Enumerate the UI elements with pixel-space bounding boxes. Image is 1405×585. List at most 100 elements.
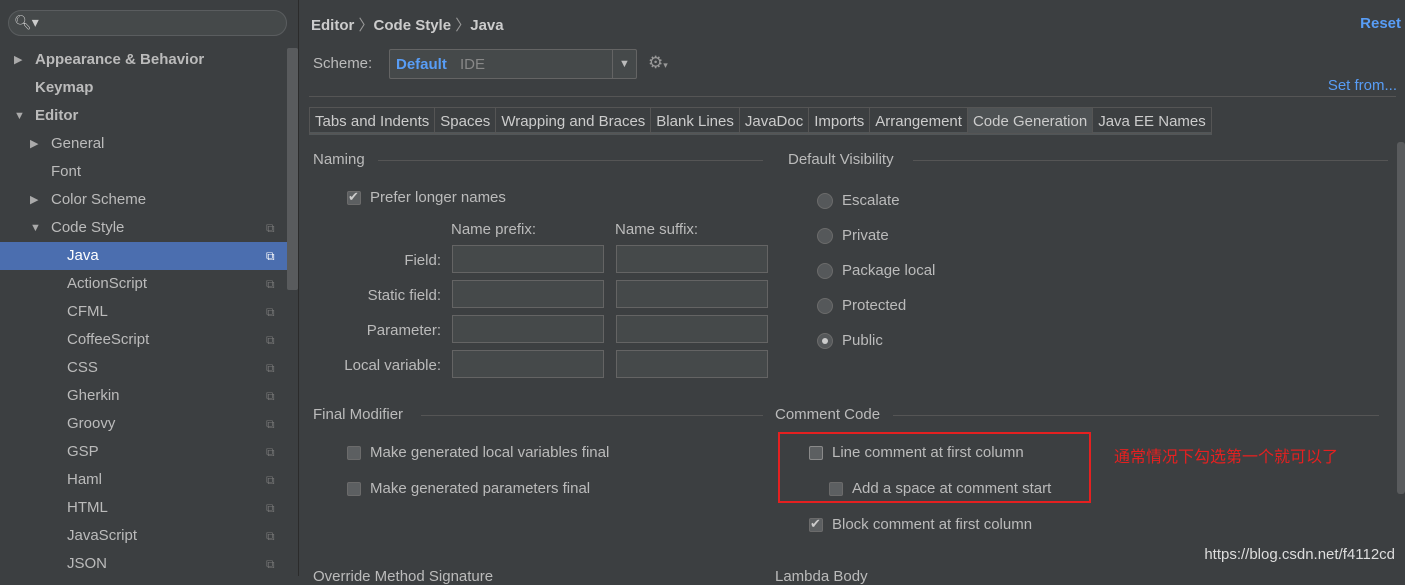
tab-code-generation[interactable]: Code Generation (966, 107, 1093, 134)
visibility-radio-public[interactable] (817, 333, 833, 349)
sidebar-item-groovy[interactable]: Groovy ⧉ (0, 410, 287, 438)
name-prefix-input[interactable] (452, 350, 604, 378)
naming-row-label: Static field: (367, 287, 441, 304)
sidebar-item-gherkin[interactable]: Gherkin ⧉ (0, 382, 287, 410)
comment-code-group: Comment Code (775, 406, 1379, 423)
visibility-radio-private[interactable] (817, 228, 833, 244)
expand-arrow-icon[interactable]: ▶ (14, 46, 22, 74)
visibility-radio-escalate[interactable] (817, 193, 833, 209)
sidebar-item-general[interactable]: ▶ General (0, 130, 287, 158)
sidebar-item-haml[interactable]: Haml ⧉ (0, 466, 287, 494)
sidebar-item-label: Font (51, 163, 82, 180)
sidebar-item-html[interactable]: HTML ⧉ (0, 494, 287, 522)
expand-arrow-icon[interactable]: ▶ (30, 130, 38, 158)
sidebar-item-cfml[interactable]: CFML ⧉ (0, 298, 287, 326)
final-params-label: Make generated parameters final (370, 480, 591, 497)
sidebar-item-label: CSS (67, 359, 98, 376)
sidebar-item-label: GSP (67, 443, 99, 460)
visibility-radio-protected[interactable] (817, 298, 833, 314)
set-from-link[interactable]: Set from... (1328, 77, 1397, 94)
scheme-select[interactable]: Default IDE ▼ (389, 49, 637, 79)
tab-bar: Tabs and Indents Spaces Wrapping and Brace… (309, 107, 1212, 135)
final-local-vars-checkbox[interactable] (347, 446, 361, 460)
sidebar-item-label: Java (67, 247, 99, 264)
breadcrumb-editor[interactable]: Editor (311, 17, 354, 34)
sidebar-item-gsp[interactable]: GSP ⧉ (0, 438, 287, 466)
prefer-longer-checkbox[interactable] (347, 189, 361, 205)
gear-icon[interactable]: ⚙▾ (648, 53, 668, 73)
sidebar-item-font[interactable]: Font (0, 158, 287, 186)
tab-java-ee-names[interactable]: Java EE Names (1092, 107, 1212, 134)
sidebar-item-actionscript[interactable]: ActionScript ⧉ (0, 270, 287, 298)
sidebar-item-color-scheme[interactable]: ▶ Color Scheme (0, 186, 287, 214)
name-suffix-input[interactable] (616, 245, 768, 273)
sidebar-item-appearance-behavior[interactable]: ▶ Appearance & Behavior (0, 46, 287, 74)
project-copy-icon: ⧉ (266, 529, 275, 543)
final-modifier-group: Final Modifier (313, 406, 763, 423)
annotation-note: 通常情况下勾选第一个就可以了 (1114, 449, 1339, 466)
breadcrumb-code-style[interactable]: Code Style (374, 17, 452, 34)
visibility-radio-package-local[interactable] (817, 263, 833, 279)
search-icon: 🔍︎▾ (14, 14, 39, 30)
sidebar-item-label: JSON (67, 555, 108, 572)
project-copy-icon: ⧉ (266, 333, 275, 347)
collapse-arrow-icon[interactable]: ▼ (30, 214, 41, 242)
sidebar-item-label: General (51, 135, 105, 152)
visibility-option-label: Private (842, 227, 889, 244)
block-comment-first-column-checkbox[interactable] (809, 516, 823, 532)
expand-arrow-icon[interactable]: ▶ (30, 186, 38, 214)
final-params-checkbox[interactable] (347, 482, 361, 496)
sidebar-item-editor[interactable]: ▼ Editor (0, 102, 287, 130)
project-copy-icon: ⧉ (266, 445, 275, 459)
comment-code-title: Comment Code (775, 406, 881, 423)
search-input[interactable]: 🔍︎▾ (8, 10, 287, 36)
prefer-longer-label: Prefer longer names (370, 189, 506, 206)
annotation-highlight-box (778, 432, 1091, 503)
name-suffix-input[interactable] (616, 280, 768, 308)
tab-blank-lines[interactable]: Blank Lines (650, 107, 739, 134)
sidebar-item-label: Haml (67, 471, 103, 488)
sidebar-item-label: Code Style (51, 219, 125, 236)
tab-spaces[interactable]: Spaces (434, 107, 496, 134)
sidebar-item-label: Gherkin (67, 387, 120, 404)
tab-tabs-and-indents[interactable]: Tabs and Indents (309, 107, 435, 134)
name-suffix-input[interactable] (616, 315, 768, 343)
naming-row-label: Parameter: (366, 322, 441, 339)
visibility-title: Default Visibility (788, 151, 894, 168)
sidebar-item-code-style[interactable]: ▼ Code Style ⧉ (0, 214, 287, 242)
tab-javadoc[interactable]: JavaDoc (738, 107, 809, 134)
sidebar-item-label: Appearance & Behavior (35, 51, 205, 68)
sidebar-scrollbar[interactable] (287, 48, 298, 290)
project-copy-icon: ⧉ (266, 473, 275, 487)
scheme-type: IDE (460, 56, 486, 73)
sidebar-item-css[interactable]: CSS ⧉ (0, 354, 287, 382)
sidebar-item-coffeescript[interactable]: CoffeeScript ⧉ (0, 326, 287, 354)
sidebar-item-label: Editor (35, 107, 79, 124)
tab-arrangement[interactable]: Arrangement (869, 107, 967, 134)
sidebar-item-json[interactable]: JSON ⧉ (0, 550, 287, 578)
naming-row-label: Field: (404, 252, 441, 269)
collapse-arrow-icon[interactable]: ▼ (14, 102, 25, 130)
visibility-group: Default Visibility (788, 151, 1388, 168)
final-local-vars-label: Make generated local variables final (370, 444, 610, 461)
sidebar-item-javascript[interactable]: JavaScript ⧉ (0, 522, 287, 550)
project-copy-icon: ⧉ (266, 277, 275, 291)
tab-wrapping-and-braces[interactable]: Wrapping and Braces (495, 107, 651, 134)
panel-scrollbar[interactable] (1397, 142, 1405, 494)
sidebar-item-label: CoffeeScript (67, 331, 150, 348)
tab-imports[interactable]: Imports (808, 107, 870, 134)
name-suffix-input[interactable] (616, 350, 768, 378)
sidebar-item-keymap[interactable]: Keymap (0, 74, 287, 102)
block-comment-first-column-label: Block comment at first column (832, 516, 1033, 533)
name-prefix-input[interactable] (452, 315, 604, 343)
breadcrumb-java: Java (470, 17, 504, 34)
name-prefix-input[interactable] (452, 245, 604, 273)
scheme-label: Scheme: (313, 55, 373, 72)
visibility-option-label: Public (842, 332, 883, 349)
name-prefix-input[interactable] (452, 280, 604, 308)
chevron-down-icon[interactable]: ▼ (612, 50, 636, 78)
sidebar-item-java[interactable]: Java ⧉ (0, 242, 287, 270)
divider (309, 96, 1396, 97)
reset-link[interactable]: Reset (1360, 15, 1401, 32)
project-copy-icon: ⧉ (266, 501, 275, 515)
